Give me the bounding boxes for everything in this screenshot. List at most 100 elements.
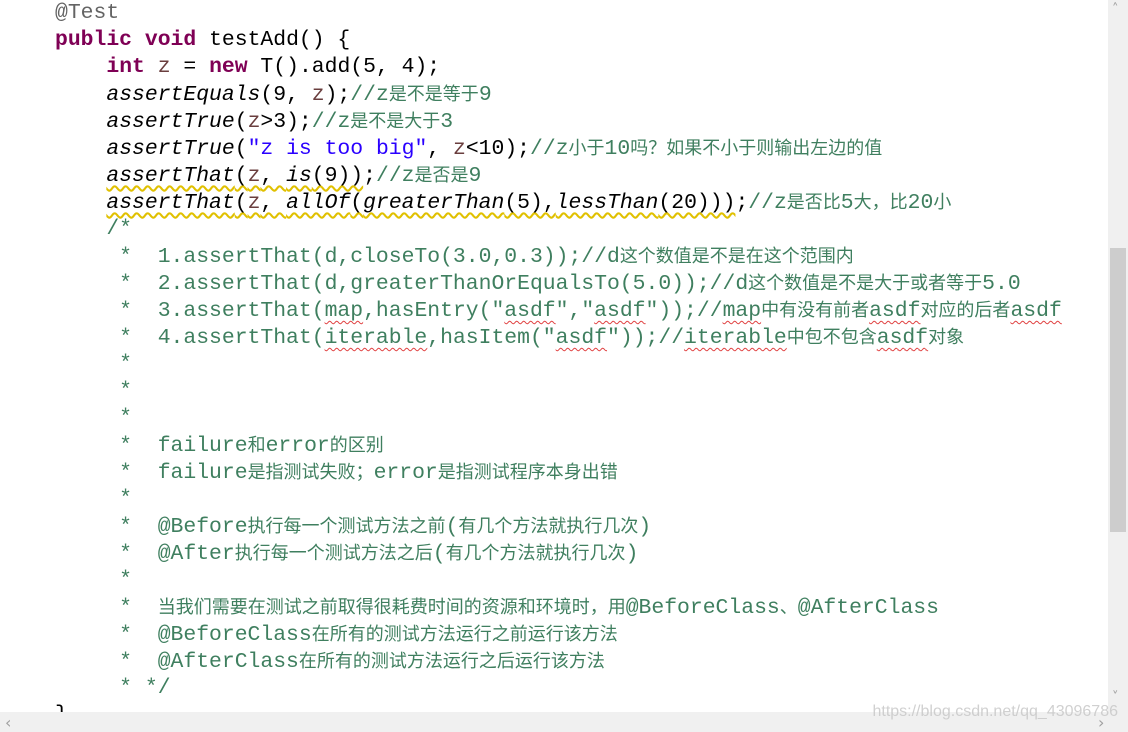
code-token: assertThat [106, 164, 235, 188]
code-token: ( [234, 164, 248, 188]
code-token: ( [445, 515, 459, 539]
code-token: * [55, 596, 158, 620]
code-token: void [144, 28, 197, 52]
code-token: 5 [840, 191, 854, 215]
code-token: asdf [1010, 299, 1062, 323]
code-token: 执行每一个测试方法之前 [247, 516, 446, 537]
code-token: 10 [604, 137, 631, 161]
code-token: 对应的后者 [920, 300, 1011, 321]
code-editor[interactable]: @Test public void testAdd() { int z = new… [0, 0, 1108, 712]
code-line: * 1.assertThat(d,closeTo(3.0,0.3));//d这个… [55, 243, 854, 270]
code-token: * [55, 352, 133, 376]
code-token: z [452, 137, 466, 161]
code-token: * [55, 379, 133, 403]
code-token: //z [350, 83, 389, 107]
code-token: * @BeforeClass [55, 623, 312, 647]
code-token: 在所有的测试方法运行之后运行该方法 [298, 651, 605, 672]
code-line: assertThat(z, is(9));//z是否是9 [55, 162, 481, 189]
code-token: 小 [933, 192, 952, 213]
code-token: z [247, 191, 261, 215]
code-token: "z is too big" [247, 137, 428, 161]
code-token: map [324, 299, 364, 323]
code-token: 对象 [928, 327, 965, 348]
code-token: @BeforeClass [625, 596, 780, 620]
vertical-scrollbar-thumb[interactable] [1110, 248, 1126, 532]
code-token: testAdd() { [196, 28, 351, 52]
code-token: * @After [55, 542, 235, 566]
code-token: assertTrue [106, 110, 235, 134]
scroll-left-arrow-icon[interactable]: ‹ [5, 713, 11, 732]
code-token: 是不是等于 [388, 84, 479, 105]
code-token: assertThat [106, 191, 235, 215]
code-token: z [247, 164, 261, 188]
code-token: 9 [478, 83, 492, 107]
watermark: https://blog.csdn.net/qq_43096786 [872, 703, 1118, 720]
code-token: * 1.assertThat(d,closeTo(3.0,0.3));//d [55, 245, 620, 269]
code-token: 是指测试失败； [247, 462, 374, 483]
code-token: <10); [465, 137, 531, 161]
code-token: 和 [247, 435, 266, 456]
code-line: public void testAdd() { [55, 27, 350, 54]
code-token: ; [735, 191, 749, 215]
code-token: //z [748, 191, 787, 215]
code-token: , [427, 137, 453, 161]
code-token: int [106, 55, 145, 79]
code-token: //z [376, 164, 415, 188]
code-token: //z [311, 110, 351, 134]
code-line: /* [55, 216, 132, 243]
code-line: * [55, 405, 132, 432]
code-line: * failure是指测试失败；error是指测试程序本身出错 [55, 459, 618, 486]
code-token: assertTrue [106, 137, 235, 161]
code-token: greaterThan [363, 191, 505, 215]
code-token: , [260, 191, 287, 215]
code-token: //z [530, 137, 569, 161]
code-token: = [170, 55, 210, 79]
code-token: (20))) [658, 191, 736, 215]
scroll-up-arrow-icon[interactable]: ˄ [1112, 2, 1119, 17]
code-line: assertEquals(9, z);//z是不是等于9 [55, 81, 492, 108]
code-token: public [55, 28, 133, 52]
code-line: * [55, 351, 132, 378]
code-token: (5), [504, 191, 556, 215]
code-token: error [373, 461, 438, 485]
code-token: * [55, 406, 133, 430]
code-token: ( [234, 110, 248, 134]
code-line: * failure和error的区别 [55, 432, 384, 459]
code-token: * [55, 487, 133, 511]
code-token: 5.0 [982, 272, 1021, 296]
code-token: ,hasItem(" [427, 326, 556, 350]
code-token: asdf [555, 326, 608, 350]
code-line: @Test [55, 0, 119, 27]
code-token: ( [234, 191, 248, 215]
code-token: 执行每一个测试方法之后 [234, 543, 433, 564]
code-token: * failure [55, 461, 248, 485]
code-token: /* [55, 217, 133, 241]
code-token: allOf [286, 191, 351, 215]
code-line: * 当我们需要在测试之前取得很耗费时间的资源和环境时，用@BeforeClass… [55, 594, 939, 621]
code-token: 20 [907, 191, 934, 215]
code-line: * @Before执行每一个测试方法之前(有几个方法就执行几次) [55, 513, 651, 540]
code-token: 有几个方法就执行几次 [458, 516, 639, 537]
code-line: * @After执行每一个测试方法之后(有几个方法就执行几次) [55, 540, 638, 567]
code-token: iterable [684, 326, 787, 350]
code-token: , [260, 164, 287, 188]
code-token: >3); [260, 110, 312, 134]
code-line: } [55, 702, 68, 712]
code-token: 有几个方法就执行几次 [445, 543, 626, 564]
code-token: (9)) [311, 164, 364, 188]
code-token: 吗？如果不小于则输出左边的值 [630, 138, 883, 159]
code-token: * @AfterClass [55, 650, 299, 674]
code-token: T().add(5, 4); [247, 55, 441, 79]
code-token: ( [350, 191, 364, 215]
code-token: 这个数值是不是大于或者等于 [748, 273, 983, 294]
code-token: iterable [324, 326, 428, 350]
code-token: @AfterClass [797, 596, 939, 620]
code-token: ,hasEntry(" [363, 299, 505, 323]
code-line: * [55, 486, 132, 513]
code-token: error [265, 434, 330, 458]
code-token: 9 [468, 164, 482, 188]
